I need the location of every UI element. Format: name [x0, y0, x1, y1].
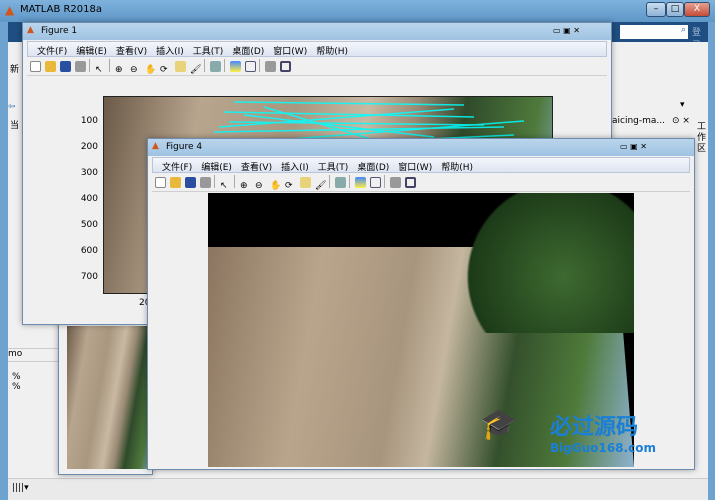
maximize-button[interactable]: □ [666, 2, 684, 17]
status-bar: ||||▾ [8, 478, 708, 500]
open-icon[interactable] [170, 177, 181, 188]
figure-4-menubar: 文件(F) 编辑(E) 查看(V) 插入(I) 工具(T) 桌面(D) 窗口(W) 帮助(H) [152, 157, 690, 173]
hide-tools-icon[interactable] [265, 61, 276, 72]
new-icon[interactable] [155, 177, 166, 188]
menu-file[interactable]: 文件(F) [37, 44, 67, 57]
watermark-logo: 🎓 必过源码 BigGuo168.com [480, 407, 656, 455]
legend-icon[interactable] [370, 177, 381, 188]
tree [458, 193, 634, 333]
menu-insert[interactable]: 插入(I) [156, 44, 184, 57]
zoom-in-icon[interactable]: ⊕ [240, 181, 251, 192]
matlab-logo-icon: ▲ [27, 25, 34, 35]
menu-window[interactable]: 窗口(W) [398, 160, 432, 173]
figure-1-menubar: 文件(F) 编辑(E) 查看(V) 插入(I) 工具(T) 桌面(D) 窗口(W) 帮助(H) [27, 41, 607, 57]
data-cursor-icon[interactable] [175, 61, 186, 72]
figure-4-window-controls[interactable]: ▭ ▣ ✕ [620, 142, 647, 151]
back-arrow-icon[interactable]: ⇦ [8, 102, 16, 112]
figure-background [58, 310, 153, 475]
zoom-in-icon[interactable]: ⊕ [115, 65, 126, 76]
menu-desktop[interactable]: 桌面(D) [232, 44, 264, 57]
open-icon[interactable] [45, 61, 56, 72]
link-icon[interactable] [210, 61, 221, 72]
pan-icon[interactable]: ✋ [270, 181, 281, 192]
editor-tab[interactable]: aicing-ma... [612, 116, 665, 126]
figure-1-toolbar: ↖ ⊕ ⊖ ✋ ⟳ 🖌 [27, 58, 607, 76]
search-field[interactable]: ⌕ [620, 25, 688, 39]
link-icon[interactable] [335, 177, 346, 188]
menu-file[interactable]: 文件(F) [162, 160, 192, 173]
main-titlebar: ▲ MATLAB R2018a – □ X [0, 0, 715, 22]
figure-1-titlebar: ▲ Figure 1 ▭ ▣ ✕ [23, 23, 611, 40]
ytick-label: 400 [80, 194, 98, 204]
ytick-label: 700 [80, 272, 98, 282]
data-cursor-icon[interactable] [300, 177, 311, 188]
tab-close-icon[interactable]: ⊙ × [672, 116, 690, 126]
brush-icon[interactable]: 🖌 [315, 181, 326, 192]
code-line: % [12, 372, 21, 382]
menu-view[interactable]: 查看(V) [116, 44, 147, 57]
figure-1-title: Figure 1 [41, 26, 78, 36]
menu-window[interactable]: 窗口(W) [273, 44, 307, 57]
new-icon[interactable] [30, 61, 41, 72]
pointer-icon[interactable]: ↖ [220, 181, 231, 192]
matlab-logo-icon: ▲ [152, 141, 159, 151]
menu-edit[interactable]: 编辑(E) [201, 160, 232, 173]
show-tools-icon[interactable] [280, 61, 291, 72]
colorbar-icon[interactable] [230, 61, 241, 72]
colorbar-icon[interactable] [355, 177, 366, 188]
code-line: % [12, 382, 21, 392]
image-staircase [67, 326, 151, 469]
print-icon[interactable] [75, 61, 86, 72]
legend-icon[interactable] [245, 61, 256, 72]
pointer-icon[interactable]: ↖ [95, 65, 106, 76]
show-tools-icon[interactable] [405, 177, 416, 188]
graduation-cap-icon: 🎓 [480, 407, 518, 442]
brush-icon[interactable]: 🖌 [190, 65, 201, 76]
figure-4-toolbar: ↖ ⊕ ⊖ ✋ ⟳ 🖌 [152, 174, 690, 192]
menu-view[interactable]: 查看(V) [241, 160, 272, 173]
command-window-label: mo [8, 349, 23, 359]
menu-tools[interactable]: 工具(T) [193, 44, 224, 57]
close-button[interactable]: X [684, 2, 710, 17]
hide-tools-icon[interactable] [390, 177, 401, 188]
minimize-button[interactable]: – [646, 2, 666, 17]
figure-4-titlebar: ▲ Figure 4 ▭ ▣ ✕ [148, 139, 694, 156]
zoom-out-icon[interactable]: ⊖ [130, 65, 141, 76]
ytick-label: 300 [80, 168, 98, 178]
menu-help[interactable]: 帮助(H) [316, 44, 348, 57]
matlab-logo-icon: ▲ [5, 3, 15, 17]
save-icon[interactable] [60, 61, 71, 72]
app-title: MATLAB R2018a [20, 4, 103, 15]
menu-tools[interactable]: 工具(T) [318, 160, 349, 173]
ytick-label: 200 [80, 142, 98, 152]
zoom-out-icon[interactable]: ⊖ [255, 181, 266, 192]
status-grip-icon[interactable]: ||||▾ [12, 483, 29, 493]
figure-4-title: Figure 4 [166, 142, 203, 152]
ytick-label: 600 [80, 246, 98, 256]
workspace-label[interactable]: 工作区 [697, 122, 707, 155]
ribbon-label: 新 [10, 65, 20, 75]
dropdown-icon[interactable]: ▾ [680, 100, 685, 110]
print-icon[interactable] [200, 177, 211, 188]
menu-insert[interactable]: 插入(I) [281, 160, 309, 173]
menu-desktop[interactable]: 桌面(D) [357, 160, 389, 173]
pan-icon[interactable]: ✋ [145, 65, 156, 76]
ytick-label: 100 [80, 116, 98, 126]
rotate-icon[interactable]: ⟳ [285, 181, 296, 192]
menu-help[interactable]: 帮助(H) [441, 160, 473, 173]
ytick-label: 500 [80, 220, 98, 230]
rotate-icon[interactable]: ⟳ [160, 65, 171, 76]
save-icon[interactable] [185, 177, 196, 188]
menu-edit[interactable]: 编辑(E) [76, 44, 107, 57]
current-folder-label: 当 [10, 121, 20, 131]
figure-1-window-controls[interactable]: ▭ ▣ ✕ [553, 26, 580, 35]
search-icon: ⌕ [680, 25, 686, 35]
